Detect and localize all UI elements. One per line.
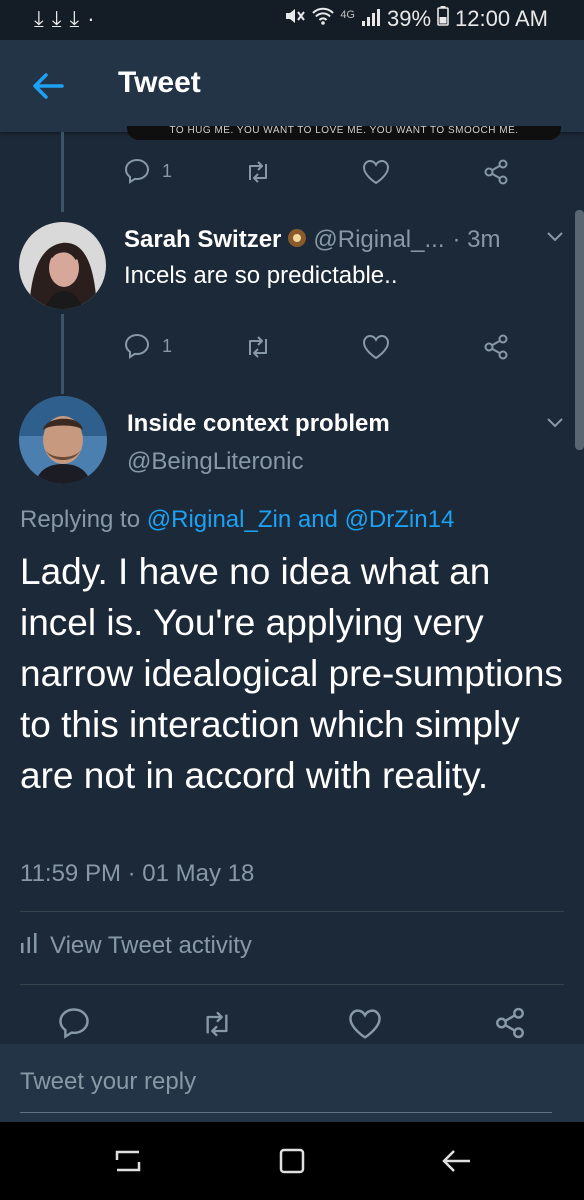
recent-apps-icon[interactable]: [113, 1146, 143, 1181]
user-handle[interactable]: @BeingLiteronic: [127, 448, 303, 476]
user-handle[interactable]: @Riginal_...: [313, 226, 444, 254]
share-icon: [484, 159, 508, 185]
reply-icon: [124, 333, 150, 359]
back-icon[interactable]: [440, 1146, 472, 1181]
download-icon: ⤓: [34, 6, 52, 31]
reply-icon: [59, 1008, 89, 1039]
avatar[interactable]: [19, 396, 107, 484]
app-bar: Tweet: [0, 40, 584, 132]
emoji-badge-icon: [287, 228, 307, 253]
tweet-text: Lady. I have no idea what an incel is. Y…: [20, 551, 563, 796]
reply-action[interactable]: 1: [124, 333, 172, 359]
tweet-text: Incels are so predictable..: [124, 262, 398, 289]
reply-action[interactable]: 1: [124, 158, 172, 184]
view-tweet-activity[interactable]: View Tweet activity: [20, 932, 252, 960]
heart-icon: [362, 334, 390, 360]
avatar[interactable]: [19, 222, 106, 309]
share-icon: [496, 1007, 524, 1039]
chevron-down-icon[interactable]: [545, 230, 565, 249]
battery-icon: [437, 6, 449, 32]
notification-icons: ⤓⤓⤓·: [34, 6, 103, 32]
reply-input[interactable]: Tweet your reply: [20, 1068, 196, 1096]
reply-count: 1: [162, 335, 173, 356]
thread-connector: [61, 314, 64, 394]
activity-label: View Tweet activity: [50, 932, 252, 959]
retweet-icon: [249, 336, 267, 358]
download-icon: ⤓: [69, 6, 88, 31]
replying-and[interactable]: and: [298, 506, 338, 533]
mention-link[interactable]: @DrZin14: [345, 506, 455, 533]
reply-count: 1: [162, 160, 173, 181]
retweet-action[interactable]: [244, 160, 272, 184]
reply-icon: [124, 158, 150, 184]
divider: [20, 911, 564, 912]
replying-to-label: Replying to: [20, 506, 141, 533]
tweet-header: Sarah Switzer @Riginal_... · 3m: [124, 226, 501, 254]
heart-icon: [362, 159, 390, 185]
system-icons: 4G 39% 12:00 AM: [284, 6, 548, 32]
like-action[interactable]: [348, 1008, 382, 1040]
media-caption: TO HUG ME. YOU WANT TO LOVE ME. YOU WANT…: [169, 126, 519, 136]
signal-icon: [361, 6, 381, 32]
download-icon: ⤓: [51, 6, 70, 31]
network-type: 4G: [340, 9, 355, 21]
divider: [20, 984, 564, 985]
like-action[interactable]: [362, 159, 390, 185]
retweet-action[interactable]: [200, 1010, 234, 1038]
thread-connector: [61, 132, 64, 212]
page-title: Tweet: [118, 66, 201, 99]
wifi-icon: [312, 6, 335, 32]
tweet-age: · 3m: [452, 226, 501, 253]
retweet-action[interactable]: [244, 335, 272, 359]
tweet-media-image[interactable]: TO HUG ME. YOU WANT TO LOVE ME. YOU WANT…: [127, 126, 561, 140]
like-action[interactable]: [362, 334, 390, 360]
retweet-icon: [249, 161, 267, 183]
reply-composer: Tweet your reply: [0, 1044, 584, 1122]
tweet-timestamp: 11:59 PM · 01 May 18: [20, 860, 255, 887]
share-action[interactable]: [493, 1006, 527, 1040]
share-action[interactable]: [482, 333, 510, 361]
display-name[interactable]: Sarah Switzer: [124, 226, 281, 254]
input-underline: [20, 1112, 552, 1113]
clock: 12:00 AM: [455, 6, 548, 31]
scrollbar[interactable]: [575, 210, 584, 450]
display-name[interactable]: Inside context problem: [127, 410, 390, 438]
mute-icon: [284, 6, 306, 32]
share-icon: [484, 334, 508, 360]
reply-action[interactable]: [58, 1007, 90, 1039]
bar-chart-icon: [20, 932, 38, 960]
chevron-down-icon[interactable]: [545, 416, 565, 435]
home-icon[interactable]: [277, 1146, 307, 1181]
mention-link[interactable]: @Riginal_Zin: [147, 506, 291, 533]
retweet-icon: [206, 1011, 228, 1037]
heart-icon: [349, 1009, 381, 1039]
system-nav-bar: [0, 1122, 584, 1200]
battery-percent: 39%: [387, 6, 432, 31]
dot-icon: ·: [87, 6, 103, 31]
replying-to: Replying to @Riginal_Zin and @DrZin14: [20, 506, 454, 534]
status-bar: ⤓⤓⤓· 4G 39% 12:00 AM: [0, 0, 584, 40]
back-arrow-icon[interactable]: [30, 68, 66, 104]
share-action[interactable]: [482, 158, 510, 186]
